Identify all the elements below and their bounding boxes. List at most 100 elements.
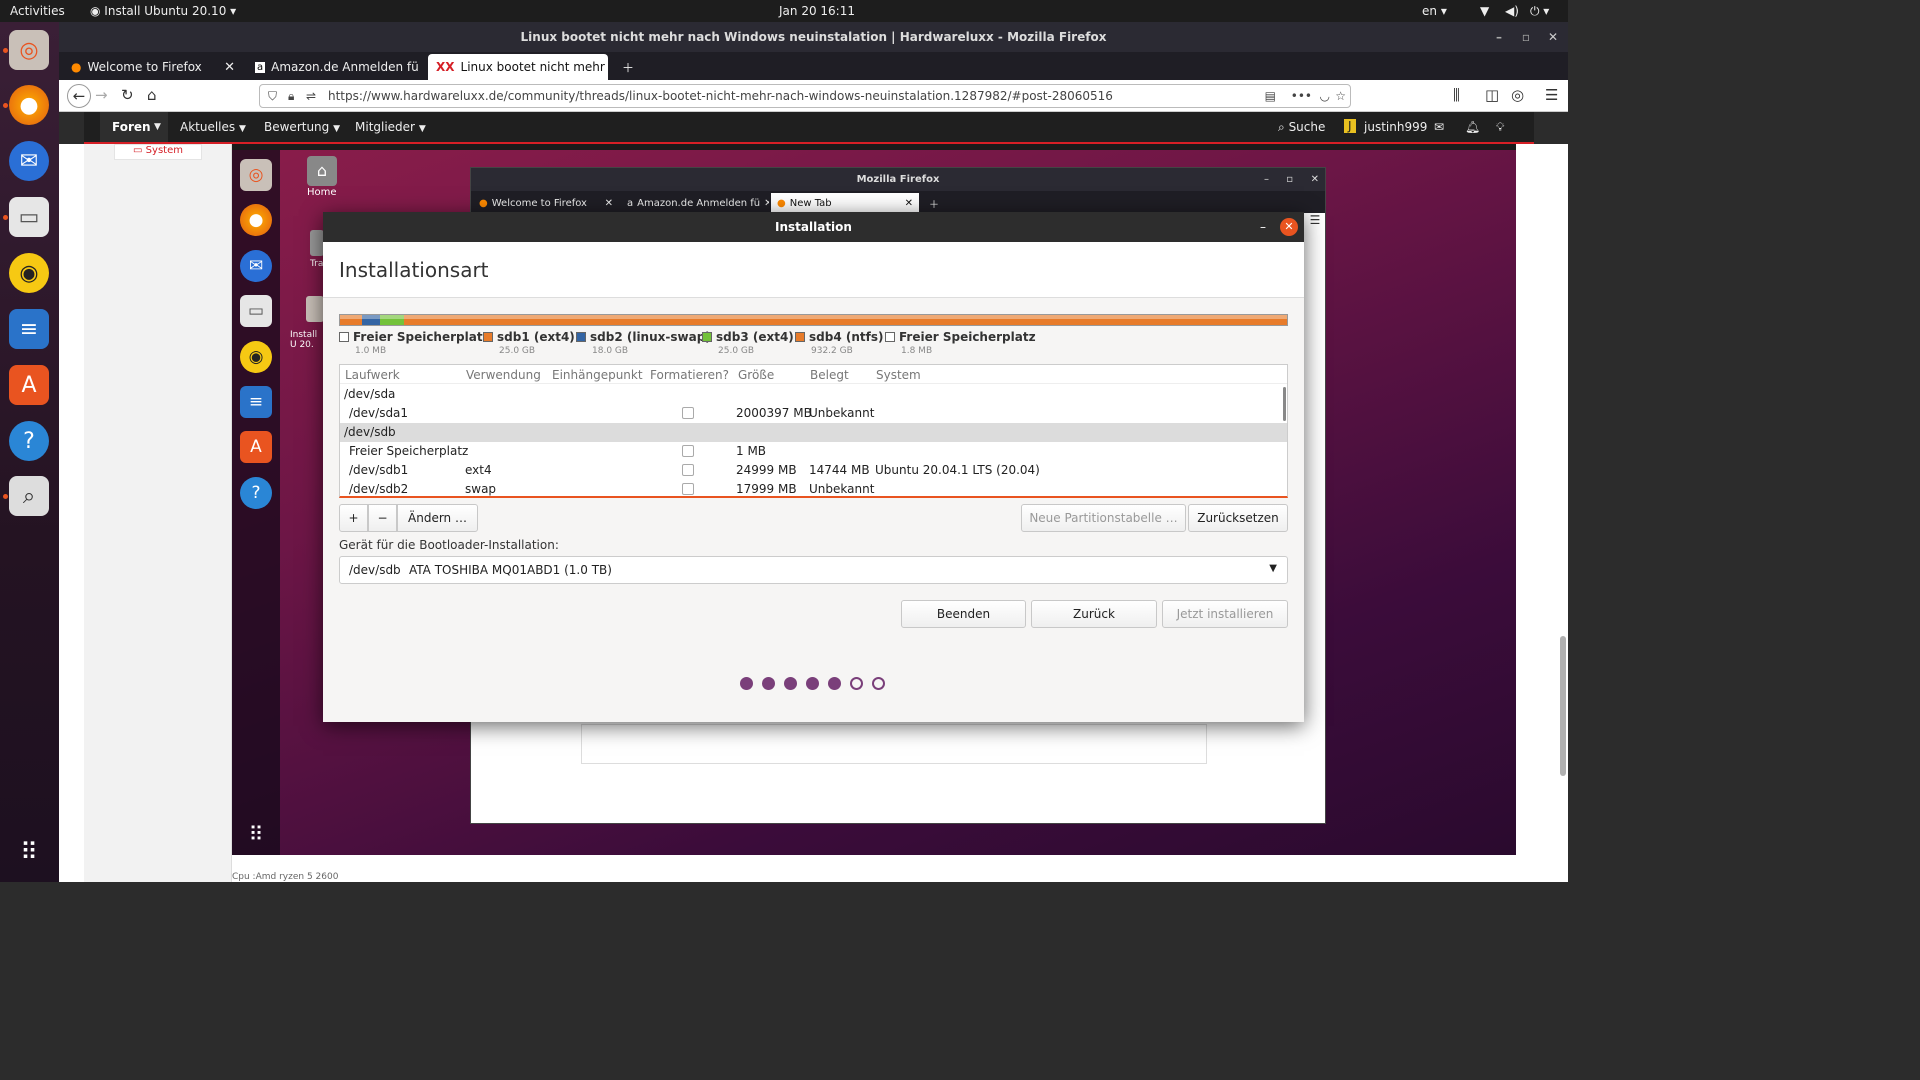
writer-icon[interactable]: ≡ [9,309,49,349]
reload-icon[interactable]: ↻ [121,86,134,104]
software-icon[interactable]: A [9,365,49,405]
format-checkbox[interactable] [682,483,694,495]
files-icon[interactable]: ▭ [9,197,49,237]
table-row[interactable]: Freier Speicherplatz 1 MB [340,442,1287,461]
inner-tab-active[interactable]: ● New Tab ✕ [771,193,919,213]
format-checkbox[interactable] [682,464,694,476]
bookmark-star-icon[interactable]: ☆ [1335,85,1346,107]
installer-icon[interactable]: ◎ [9,30,49,70]
sidebar-icon[interactable]: ◫ [1485,86,1499,104]
close-icon[interactable]: ✕ [1548,22,1558,52]
remove-partition-button[interactable]: − [368,504,397,532]
table-row[interactable]: /dev/sda1 2000397 MB Unbekannt [340,404,1287,423]
column-header[interactable]: Größe [738,368,774,382]
column-header[interactable]: Belegt [810,368,849,382]
permissions-icon[interactable]: ⇌ [306,85,316,107]
inner-tab[interactable]: a Amazon.de Anmelden fü ✕ [621,193,769,213]
new-tab-button[interactable]: ＋ [923,193,945,213]
column-header[interactable]: Einhängepunkt [552,368,643,382]
shield-icon[interactable]: ⛉ [268,85,277,107]
menu-icon[interactable]: ☰ [1545,86,1558,104]
forward-icon[interactable]: → [95,86,108,104]
tab-amazon[interactable]: a Amazon.de Anmelden fü ✕ [247,54,425,80]
close-tab-icon[interactable]: ✕ [764,198,769,209]
software-icon[interactable]: A [240,431,272,463]
minimize-icon[interactable]: – [1496,22,1502,52]
rhythmbox-icon[interactable]: ◉ [240,341,272,373]
help-icon[interactable]: ? [240,477,272,509]
add-partition-button[interactable]: + [339,504,368,532]
table-row-selected[interactable]: /dev/sdb [340,423,1287,442]
nav-mitglieder[interactable]: Mitglieder ▼ [355,120,426,134]
bell-icon[interactable]: 🔔︎ [1465,120,1480,134]
help-icon[interactable]: ? [9,421,49,461]
clock[interactable]: Jan 20 16:11 [779,4,855,18]
tab-hardwareluxx[interactable]: XX Linux bootet nicht mehr ✕ [428,54,608,80]
bootloader-device-select[interactable]: /dev/sdb ATA TOSHIBA MQ01ABD1 (1.0 TB) ▼ [339,556,1288,584]
reader-view-icon[interactable]: ▤ [1265,85,1276,107]
show-apps-icon[interactable]: ⠿ [240,818,272,850]
minimize-icon[interactable]: – [1264,168,1269,191]
inbox-icon[interactable]: ✉ [1434,120,1444,134]
table-row[interactable]: /dev/sda [340,385,1287,404]
thunderbird-icon[interactable]: ✉ [240,250,272,282]
new-tab-button[interactable]: ＋ [614,54,642,80]
nav-aktuelles[interactable]: Aktuelles ▼ [180,120,246,134]
account-icon[interactable]: ◎ [1511,86,1524,104]
language-indicator[interactable]: en ▾ [1422,4,1447,18]
url-bar[interactable]: ⛉ 🔒︎ ⇌ https://www.hardwareluxx.de/commu… [259,84,1351,108]
screenshot-viewer-icon[interactable]: ⌕ [9,476,49,516]
home-folder-icon[interactable]: ⌂ [307,156,337,186]
close-icon[interactable]: ✕ [1311,168,1319,191]
wifi-icon[interactable]: ▼ [1480,4,1489,18]
username-link[interactable]: justinh999 [1364,120,1427,134]
column-header[interactable]: Verwendung [466,368,541,382]
pocket-icon[interactable]: ◡ [1320,85,1330,107]
new-partition-table-button[interactable]: Neue Partitionstabelle … [1021,504,1186,532]
install-now-button[interactable]: Jetzt installieren [1162,600,1288,628]
back-icon[interactable]: ← [67,84,91,108]
close-tab-icon[interactable]: ✕ [905,198,913,209]
trash-icon[interactable] [310,230,324,256]
app-menu[interactable]: ◉ Install Ubuntu 20.10 ▾ [90,4,236,18]
tab-welcome[interactable]: ● Welcome to Firefox ✕ [63,54,243,80]
firefox-icon[interactable]: ● [9,85,49,125]
rhythmbox-icon[interactable]: ◉ [9,253,49,293]
maximize-icon[interactable]: ▫ [1286,168,1293,191]
column-header[interactable]: Formatieren? [650,368,729,382]
show-apps-icon[interactable]: ⠿ [9,832,49,872]
avatar[interactable]: J [1344,119,1356,133]
reset-button[interactable]: Zurücksetzen [1188,504,1288,532]
files-icon[interactable]: ▭ [240,295,272,327]
lock-icon[interactable]: 🔒︎ [288,85,294,107]
format-checkbox[interactable] [682,445,694,457]
close-icon[interactable]: ✕ [1280,218,1298,236]
writer-icon[interactable]: ≡ [240,386,272,418]
close-tab-icon[interactable]: ✕ [224,60,235,75]
table-scrollbar[interactable] [1283,387,1286,421]
inner-tab[interactable]: ● Welcome to Firefox ✕ [473,193,619,213]
column-header[interactable]: System [876,368,921,382]
format-checkbox[interactable] [682,407,694,419]
maximize-icon[interactable]: ▫ [1522,22,1530,52]
quit-button[interactable]: Beenden [901,600,1026,628]
firefox-icon[interactable]: ● [240,204,272,236]
home-icon[interactable]: ⌂ [147,86,157,104]
installer-desktop-icon[interactable] [306,296,324,322]
power-icon[interactable]: ⏻ ▾ [1530,4,1549,19]
volume-icon[interactable]: ◀) [1505,4,1519,18]
table-row[interactable]: /dev/sdb1 ext4 24999 MB 14744 MB Ubuntu … [340,461,1287,480]
nav-bewertung[interactable]: Bewertung ▼ [264,120,340,134]
menu-icon[interactable]: ☰ [1305,213,1325,233]
change-partition-button[interactable]: Ändern … [397,504,478,532]
column-header[interactable]: Laufwerk [345,368,400,382]
table-row[interactable]: /dev/sdb2 swap 17999 MB Unbekannt [340,480,1287,496]
search-button[interactable]: ⌕ Suche [1278,120,1325,135]
thunderbird-icon[interactable]: ✉ [9,141,49,181]
installer-icon[interactable]: ◎ [240,159,272,191]
partition-table[interactable]: Laufwerk Verwendung Einhängepunkt Format… [339,364,1288,498]
library-icon[interactable]: ⫼ [1453,86,1460,104]
back-button[interactable]: Zurück [1031,600,1157,628]
close-tab-icon[interactable]: ✕ [605,198,613,209]
activities-button[interactable]: Activities [10,4,65,18]
